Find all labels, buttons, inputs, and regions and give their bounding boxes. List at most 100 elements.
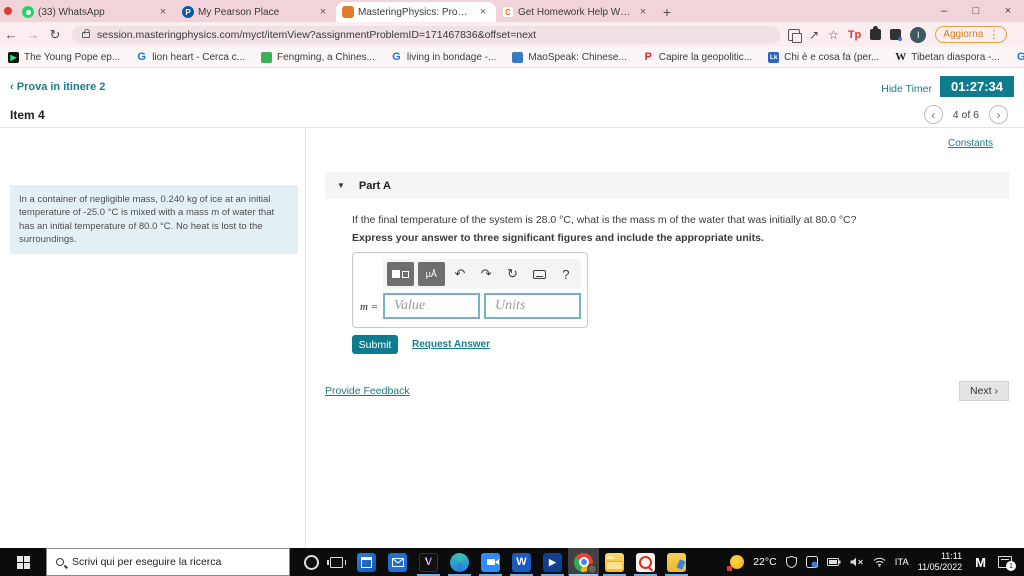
taskbar-v-app[interactable]: V <box>413 548 444 576</box>
part-a-header[interactable]: ▼ Part A <box>325 172 1009 199</box>
reset-icon[interactable]: ↻ <box>501 266 523 282</box>
keyboard-icon[interactable] <box>532 269 546 279</box>
bookmark-tibetan-diaspora[interactable]: W Tibetan diaspora -... <box>895 51 1000 63</box>
taskbar-edge[interactable] <box>444 548 475 576</box>
hide-timer-link[interactable]: Hide Timer <box>881 83 932 95</box>
close-icon[interactable]: × <box>636 6 650 18</box>
request-answer-link[interactable]: Request Answer <box>412 339 490 350</box>
bookmark-label: Capire la geopolitic... <box>658 51 753 63</box>
bookmark-label: Tibetan diaspora -... <box>911 51 1000 63</box>
help-icon[interactable]: ? <box>555 267 577 282</box>
wifi-icon[interactable] <box>873 557 886 567</box>
templates-button[interactable] <box>387 262 414 286</box>
minimize-button[interactable]: – <box>928 0 960 22</box>
extension-icon[interactable] <box>890 29 903 41</box>
update-chrome-button[interactable]: Aggiorna ⋮ <box>935 26 1008 43</box>
address-bar[interactable]: session.masteringphysics.com/myct/itemVi… <box>72 25 780 44</box>
problem-statement: In a container of negligible mass, 0.240… <box>10 185 298 255</box>
value-input[interactable] <box>383 293 480 319</box>
security-shield-icon[interactable] <box>785 556 797 568</box>
bookmark-fengming[interactable]: Fengming, a Chines... <box>261 51 375 63</box>
movies-tv-icon: ▶ <box>543 552 562 572</box>
profile-avatar[interactable]: I <box>910 26 927 43</box>
bookmark-maospeak[interactable]: MaoSpeak: Chinese... <box>512 51 627 63</box>
tp-extension-icon[interactable]: Tp <box>848 29 861 41</box>
bookmarks-bar: ▶ The Young Pope ep... Glion heart - Cerc… <box>0 47 1024 68</box>
units-input[interactable] <box>484 293 581 319</box>
bookmark-label: Fengming, a Chines... <box>277 51 375 63</box>
bookmark-label: MaoSpeak: Chinese... <box>528 51 627 63</box>
bookmark-lion-heart[interactable]: Glion heart - Cerca c... <box>136 51 245 63</box>
restore-button[interactable]: □ <box>960 0 992 22</box>
tray-app-icon[interactable] <box>805 556 818 568</box>
bookmark-chi-e-cosa-fa[interactable]: Lk Chi è e cosa fa (per... <box>768 51 879 63</box>
mcafee-icon[interactable]: M <box>975 555 986 570</box>
translate-icon[interactable] <box>788 28 802 43</box>
new-tab-button[interactable]: + <box>656 2 678 22</box>
undo-icon[interactable]: ↶ <box>449 266 471 282</box>
units-button[interactable]: μÅ <box>417 262 445 286</box>
submit-button[interactable]: Submit <box>352 335 398 354</box>
taskbar-store[interactable] <box>351 548 382 576</box>
taskbar-word[interactable]: W <box>506 548 537 576</box>
taskbar-explorer[interactable] <box>599 548 630 576</box>
chrome-badge-icon <box>587 564 597 574</box>
forward-button[interactable]: → <box>22 27 44 42</box>
file-explorer-icon <box>605 552 624 572</box>
bookmark-young-pope[interactable]: ▶ The Young Pope ep... <box>8 51 120 63</box>
taskbar-chrome[interactable] <box>568 548 599 576</box>
reload-button[interactable]: ↻ <box>44 27 66 43</box>
provide-feedback-link[interactable]: Provide Feedback <box>325 385 410 397</box>
notification-center-icon[interactable]: 1 <box>998 556 1016 571</box>
redo-icon[interactable]: ↷ <box>475 266 497 282</box>
back-to-assignment-link[interactable]: ‹ Prova in itinere 2 <box>10 81 105 93</box>
tab-masteringphysics[interactable]: MasteringPhysics: Prova in itinere × <box>336 2 496 22</box>
windows-taskbar: Scrivi qui per eseguire la ricerca V W ▶… <box>0 548 1024 576</box>
taskbar-zoom[interactable] <box>475 548 506 576</box>
language-indicator[interactable]: ITA <box>895 557 909 568</box>
bookmark-star-icon[interactable]: ☆ <box>828 28 839 42</box>
masteringphysics-icon <box>342 6 354 18</box>
close-window-button[interactable]: × <box>992 0 1024 22</box>
menu-dots-icon[interactable]: ⋮ <box>988 28 999 41</box>
assignment-title: Prova in itinere 2 <box>16 81 106 93</box>
weather-sun-icon[interactable] <box>727 555 745 571</box>
extensions-puzzle-icon[interactable] <box>870 26 882 40</box>
recording-dot-icon <box>4 7 12 15</box>
start-button[interactable] <box>0 548 46 576</box>
temperature-text[interactable]: 22°C <box>753 556 776 568</box>
toolbar-icons: ↗ ☆ Tp I Aggiorna ⋮ <box>788 26 1011 43</box>
taskbar-mail[interactable] <box>382 548 413 576</box>
taskbar-yellow-app[interactable] <box>661 548 692 576</box>
back-button[interactable]: ← <box>0 27 22 42</box>
bookmark-capire-geopolitica[interactable]: P Capire la geopolitic... <box>643 51 753 63</box>
edge-icon <box>450 552 469 572</box>
share-icon[interactable]: ↗ <box>809 28 819 42</box>
collapse-caret-icon[interactable]: ▼ <box>337 181 345 190</box>
taskbar-movies[interactable]: ▶ <box>537 548 568 576</box>
tab-whatsapp[interactable]: (33) WhatsApp × <box>16 2 176 22</box>
item-title: Item 4 <box>10 108 45 122</box>
site-icon: Lk <box>768 51 780 63</box>
tab-pearson[interactable]: P My Pearson Place × <box>176 2 336 22</box>
next-page-button[interactable]: Next › <box>959 381 1009 401</box>
bookmark-living-in-bondage[interactable]: Gliving in bondage -... <box>391 51 497 63</box>
close-icon[interactable]: × <box>476 6 490 18</box>
close-icon[interactable]: × <box>156 6 170 18</box>
task-view-icon[interactable] <box>327 556 346 568</box>
mail-icon <box>388 552 407 572</box>
close-icon[interactable]: × <box>316 6 330 18</box>
equation-toolbar: μÅ ↶ ↷ ↻ ? <box>383 259 581 289</box>
cortana-icon[interactable] <box>304 554 319 570</box>
tab-chegg[interactable]: C Get Homework Help With Chegg × <box>496 2 656 22</box>
bookmark-jihad[interactable]: Gjihad - Cerca con G... <box>1016 51 1024 63</box>
taskbar-red-app[interactable] <box>630 548 661 576</box>
taskbar-search-input[interactable]: Scrivi qui per eseguire la ricerca <box>46 548 290 576</box>
constants-link[interactable]: Constants <box>948 138 993 149</box>
taskbar-clock[interactable]: 11:11 11/05/2022 <box>918 551 962 574</box>
battery-icon[interactable] <box>826 558 841 566</box>
next-item-button[interactable]: › <box>989 105 1008 124</box>
bookmark-label: living in bondage -... <box>406 51 497 63</box>
volume-muted-icon[interactable] <box>850 557 864 567</box>
previous-item-button[interactable]: ‹ <box>923 105 943 124</box>
